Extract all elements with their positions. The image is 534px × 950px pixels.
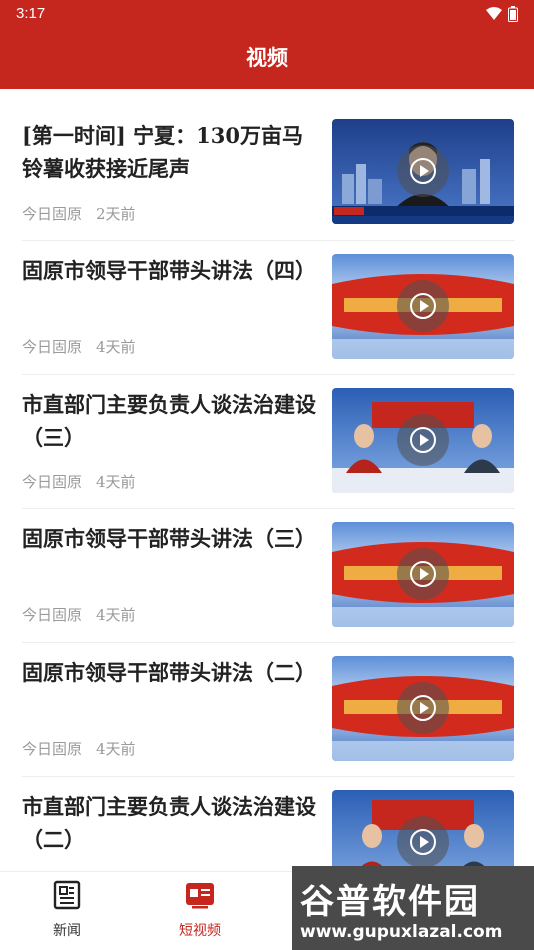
status-icons	[486, 6, 518, 22]
video-time: 4天前	[96, 473, 136, 491]
watermark-overlay: 谷普软件园 www.gupuxlazal.com	[292, 866, 534, 950]
tab-news[interactable]: 新闻	[27, 880, 107, 940]
video-meta: 今日固原 4天前	[22, 336, 136, 357]
play-icon	[420, 434, 429, 446]
list-item-text: 固原市领导干部带头讲法（四）	[22, 254, 322, 287]
list-item[interactable]: 市直部门主要负责人谈法治建设（二）	[22, 790, 515, 871]
video-thumbnail[interactable]	[332, 119, 514, 224]
divider	[22, 240, 515, 241]
video-time: 4天前	[96, 740, 136, 758]
video-title: 固原市领导干部带头讲法（三）	[22, 526, 316, 551]
video-thumbnail[interactable]	[332, 656, 514, 761]
play-icon	[420, 702, 429, 714]
video-source: 今日固原	[22, 205, 83, 223]
video-source: 今日固原	[22, 606, 83, 624]
tab-short-video[interactable]: 短视频	[160, 880, 240, 940]
video-title: 市直部门主要负责人谈法治建设（三）	[22, 392, 316, 450]
play-button[interactable]	[397, 280, 449, 332]
video-list[interactable]: [第一时间] 宁夏：130万亩马铃薯收获接近尾声 今日固原 2天前 固原市领导干…	[0, 89, 534, 871]
video-time: 2天前	[96, 205, 136, 223]
video-time: 4天前	[96, 338, 136, 356]
video-title: [第一时间] 宁夏：130万亩马铃薯收获接近尾声	[22, 123, 304, 181]
video-meta: 今日固原 4天前	[22, 604, 136, 625]
battery-icon	[508, 6, 518, 22]
list-item-text: 固原市领导干部带头讲法（二）	[22, 656, 322, 689]
list-item-text: 固原市领导干部带头讲法（三）	[22, 522, 322, 555]
video-thumbnail[interactable]	[332, 254, 514, 359]
status-bar: 3:17	[0, 0, 534, 28]
video-meta: 今日固原 4天前	[22, 738, 136, 759]
video-thumbnail[interactable]	[332, 790, 514, 871]
video-time: 4天前	[96, 606, 136, 624]
video-source: 今日固原	[22, 473, 83, 491]
video-title: 固原市领导干部带头讲法（二）	[22, 660, 316, 685]
list-item[interactable]: [第一时间] 宁夏：130万亩马铃薯收获接近尾声 今日固原 2天前	[22, 119, 515, 253]
tab-short-video-label: 短视频	[179, 923, 221, 939]
page-title: 视频	[246, 45, 288, 70]
play-button[interactable]	[397, 548, 449, 600]
divider	[22, 374, 515, 375]
video-meta: 今日固原 4天前	[22, 471, 136, 492]
video-title: 固原市领导干部带头讲法（四）	[22, 258, 316, 283]
status-time: 3:17	[16, 5, 46, 22]
video-thumbnail[interactable]	[332, 522, 514, 627]
play-button[interactable]	[397, 145, 449, 197]
play-icon	[420, 836, 429, 848]
list-item[interactable]: 固原市领导干部带头讲法（二） 今日固原 4天前	[22, 656, 515, 790]
list-item[interactable]: 市直部门主要负责人谈法治建设（三） 今日固原 4天前	[22, 388, 515, 522]
divider	[22, 776, 515, 777]
video-title: 市直部门主要负责人谈法治建设（二）	[22, 794, 316, 852]
play-icon	[420, 300, 429, 312]
news-icon	[53, 880, 81, 910]
play-button[interactable]	[397, 414, 449, 466]
play-icon	[420, 568, 429, 580]
watermark-url: www.gupuxlazal.com	[300, 922, 503, 942]
tab-news-label: 新闻	[53, 923, 81, 939]
short-video-icon	[186, 883, 214, 909]
divider	[22, 508, 515, 509]
video-thumbnail[interactable]	[332, 388, 514, 493]
list-item[interactable]: 固原市领导干部带头讲法（四） 今日固原 4天前	[22, 254, 515, 388]
list-item-text: 市直部门主要负责人谈法治建设（二）	[22, 790, 322, 856]
app-header: 3:17 视频	[0, 0, 534, 89]
list-item[interactable]: 固原市领导干部带头讲法（三） 今日固原 4天前	[22, 522, 515, 656]
video-meta: 今日固原 2天前	[22, 203, 136, 224]
play-icon	[420, 165, 429, 177]
play-button[interactable]	[397, 682, 449, 734]
video-source: 今日固原	[22, 338, 83, 356]
list-item-text: [第一时间] 宁夏：130万亩马铃薯收获接近尾声	[22, 119, 322, 185]
wifi-icon	[486, 7, 502, 20]
watermark-brand: 谷普软件园	[300, 882, 480, 922]
play-button[interactable]	[397, 816, 449, 868]
list-item-text: 市直部门主要负责人谈法治建设（三）	[22, 388, 322, 454]
divider	[22, 642, 515, 643]
video-source: 今日固原	[22, 740, 83, 758]
